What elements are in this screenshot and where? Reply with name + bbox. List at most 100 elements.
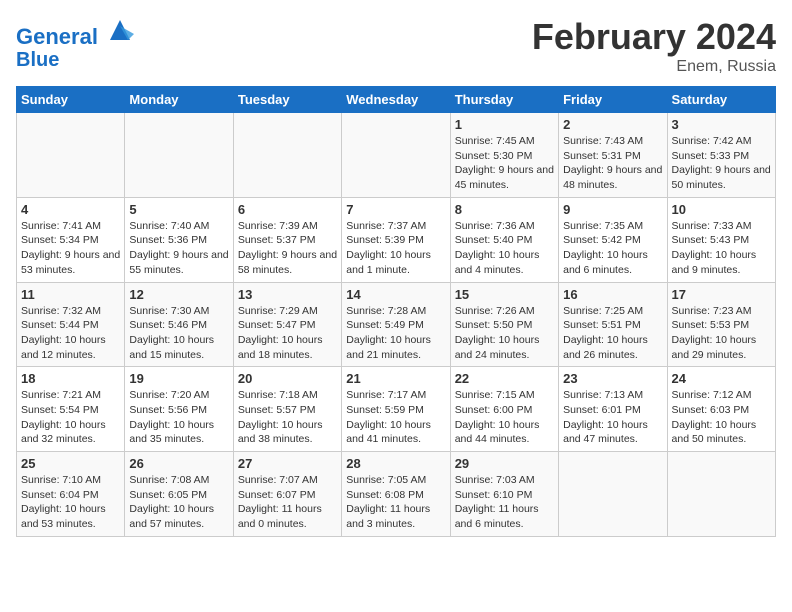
day-number: 26 [129,456,228,471]
day-info: Sunrise: 7:28 AMSunset: 5:49 PMDaylight:… [346,304,445,363]
calendar-cell: 3 Sunrise: 7:42 AMSunset: 5:33 PMDaylight… [667,113,775,198]
calendar-cell: 10 Sunrise: 7:33 AMSunset: 5:43 PMDayligh… [667,197,775,282]
calendar-cell: 9Sunrise: 7:35 AMSunset: 5:42 PMDaylight… [559,197,667,282]
day-header-monday: Monday [125,87,233,113]
day-header-wednesday: Wednesday [342,87,450,113]
day-number: 7 [346,202,445,217]
day-number: 6 [238,202,337,217]
day-header-tuesday: Tuesday [233,87,341,113]
day-info: Sunrise: 7:21 AMSunset: 5:54 PMDaylight:… [21,388,120,447]
calendar-cell: 29 Sunrise: 7:03 AMSunset: 6:10 PMDayligh… [450,452,558,537]
calendar-cell: 8 Sunrise: 7:36 AMSunset: 5:40 PMDaylight… [450,197,558,282]
calendar-cell: 5 Sunrise: 7:40 AMSunset: 5:36 PMDaylight… [125,197,233,282]
day-number: 4 [21,202,120,217]
calendar-body: 1Sunrise: 7:45 AMSunset: 5:30 PMDaylight… [17,113,776,537]
week-row-1: 4 Sunrise: 7:41 AMSunset: 5:34 PMDaylight… [17,197,776,282]
day-number: 2 [563,117,662,132]
day-info: Sunrise: 7:39 AMSunset: 5:37 PMDaylight:… [238,219,337,278]
day-info: Sunrise: 7:20 AMSunset: 5:56 PMDaylight:… [129,388,228,447]
day-info: Sunrise: 7:03 AMSunset: 6:10 PMDaylight:… [455,473,554,532]
day-info: Sunrise: 7:41 AMSunset: 5:34 PMDaylight:… [21,219,120,278]
day-number: 23 [563,371,662,386]
calendar-cell: 25Sunrise: 7:10 AMSunset: 6:04 PMDayligh… [17,452,125,537]
calendar-cell: 21Sunrise: 7:17 AMSunset: 5:59 PMDayligh… [342,367,450,452]
day-number: 21 [346,371,445,386]
day-number: 15 [455,287,554,302]
day-info: Sunrise: 7:08 AMSunset: 6:05 PMDaylight:… [129,473,228,532]
day-number: 10 [672,202,771,217]
day-number: 3 [672,117,771,132]
calendar-cell [342,113,450,198]
calendar-cell: 19 Sunrise: 7:20 AMSunset: 5:56 PMDayligh… [125,367,233,452]
title-block: February 2024 Enem, Russia [532,16,776,76]
page-header: General Blue February 2024 Enem, Russia [16,16,776,76]
week-row-3: 18Sunrise: 7:21 AMSunset: 5:54 PMDayligh… [17,367,776,452]
calendar-cell: 2Sunrise: 7:43 AMSunset: 5:31 PMDaylight… [559,113,667,198]
logo-text: General [16,16,134,49]
day-info: Sunrise: 7:12 AMSunset: 6:03 PMDaylight:… [672,388,771,447]
day-header-sunday: Sunday [17,87,125,113]
day-number: 24 [672,371,771,386]
day-number: 19 [129,371,228,386]
logo: General Blue [16,16,134,71]
calendar-cell: 13Sunrise: 7:29 AMSunset: 5:47 PMDayligh… [233,282,341,367]
calendar-cell [125,113,233,198]
calendar-cell [559,452,667,537]
calendar-cell: 1Sunrise: 7:45 AMSunset: 5:30 PMDaylight… [450,113,558,198]
calendar-cell: 23 Sunrise: 7:13 AMSunset: 6:01 PMDayligh… [559,367,667,452]
week-row-0: 1Sunrise: 7:45 AMSunset: 5:30 PMDaylight… [17,113,776,198]
day-number: 27 [238,456,337,471]
day-number: 11 [21,287,120,302]
day-info: Sunrise: 7:18 AMSunset: 5:57 PMDaylight:… [238,388,337,447]
header-row: SundayMondayTuesdayWednesdayThursdayFrid… [17,87,776,113]
calendar-cell: 15 Sunrise: 7:26 AMSunset: 5:50 PMDayligh… [450,282,558,367]
day-info: Sunrise: 7:32 AMSunset: 5:44 PMDaylight:… [21,304,120,363]
day-info: Sunrise: 7:33 AMSunset: 5:43 PMDaylight:… [672,219,771,278]
day-number: 9 [563,202,662,217]
calendar-cell: 14 Sunrise: 7:28 AMSunset: 5:49 PMDayligh… [342,282,450,367]
calendar-cell: 16 Sunrise: 7:25 AMSunset: 5:51 PMDayligh… [559,282,667,367]
location: Enem, Russia [532,58,776,76]
day-info: Sunrise: 7:23 AMSunset: 5:53 PMDaylight:… [672,304,771,363]
day-header-friday: Friday [559,87,667,113]
week-row-2: 11 Sunrise: 7:32 AMSunset: 5:44 PMDayligh… [17,282,776,367]
day-number: 17 [672,287,771,302]
calendar-cell: 20 Sunrise: 7:18 AMSunset: 5:57 PMDayligh… [233,367,341,452]
day-info: Sunrise: 7:30 AMSunset: 5:46 PMDaylight:… [129,304,228,363]
day-info: Sunrise: 7:05 AMSunset: 6:08 PMDaylight:… [346,473,445,532]
calendar-cell: 22 Sunrise: 7:15 AMSunset: 6:00 PMDayligh… [450,367,558,452]
calendar-cell: 6 Sunrise: 7:39 AMSunset: 5:37 PMDaylight… [233,197,341,282]
day-info: Sunrise: 7:26 AMSunset: 5:50 PMDaylight:… [455,304,554,363]
day-info: Sunrise: 7:15 AMSunset: 6:00 PMDaylight:… [455,388,554,447]
calendar-cell [233,113,341,198]
calendar-cell: 12Sunrise: 7:30 AMSunset: 5:46 PMDayligh… [125,282,233,367]
day-info: Sunrise: 7:10 AMSunset: 6:04 PMDaylight:… [21,473,120,532]
day-number: 14 [346,287,445,302]
day-number: 20 [238,371,337,386]
day-number: 16 [563,287,662,302]
calendar-cell: 7Sunrise: 7:37 AMSunset: 5:39 PMDaylight… [342,197,450,282]
day-info: Sunrise: 7:25 AMSunset: 5:51 PMDaylight:… [563,304,662,363]
calendar-cell [17,113,125,198]
day-header-saturday: Saturday [667,87,775,113]
calendar-table: SundayMondayTuesdayWednesdayThursdayFrid… [16,86,776,537]
calendar-cell: 18Sunrise: 7:21 AMSunset: 5:54 PMDayligh… [17,367,125,452]
calendar-header: SundayMondayTuesdayWednesdayThursdayFrid… [17,87,776,113]
calendar-cell: 4 Sunrise: 7:41 AMSunset: 5:34 PMDaylight… [17,197,125,282]
day-number: 28 [346,456,445,471]
calendar-cell: 11 Sunrise: 7:32 AMSunset: 5:44 PMDayligh… [17,282,125,367]
day-number: 29 [455,456,554,471]
day-info: Sunrise: 7:36 AMSunset: 5:40 PMDaylight:… [455,219,554,278]
calendar-cell: 24 Sunrise: 7:12 AMSunset: 6:03 PMDayligh… [667,367,775,452]
day-info: Sunrise: 7:42 AMSunset: 5:33 PMDaylight:… [672,134,771,193]
day-number: 22 [455,371,554,386]
day-number: 13 [238,287,337,302]
day-info: Sunrise: 7:40 AMSunset: 5:36 PMDaylight:… [129,219,228,278]
day-number: 8 [455,202,554,217]
calendar-cell: 26 Sunrise: 7:08 AMSunset: 6:05 PMDayligh… [125,452,233,537]
calendar-cell [667,452,775,537]
month-title: February 2024 [532,16,776,58]
calendar-cell: 17 Sunrise: 7:23 AMSunset: 5:53 PMDayligh… [667,282,775,367]
day-number: 5 [129,202,228,217]
day-info: Sunrise: 7:13 AMSunset: 6:01 PMDaylight:… [563,388,662,447]
